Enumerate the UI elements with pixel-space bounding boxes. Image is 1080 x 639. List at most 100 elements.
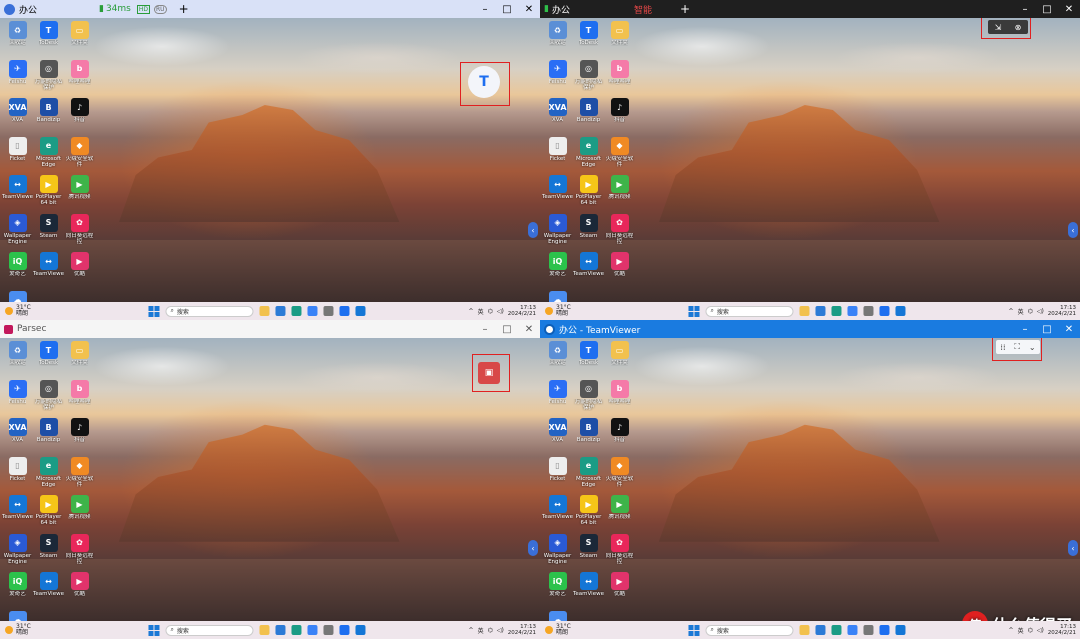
desktop-icon[interactable]: ↔ TeamViewer [33,572,64,611]
taskbar-app-icon[interactable] [323,625,334,635]
desktop-icon[interactable]: ▯ Ficket [542,456,573,496]
windows-start-icon[interactable] [148,624,160,636]
desktop-icon[interactable]: ◆ 火绒安全软件 [604,136,635,176]
taskbar-app-icon[interactable] [815,625,826,635]
desktop-icon[interactable]: ◈ Wallpaper Engine [542,533,573,573]
desktop-icon[interactable]: ✈ Feishu [2,59,33,99]
taskbar-app-icon[interactable] [799,306,810,316]
taskbar-app-icon[interactable] [815,306,826,316]
desktop-icon[interactable]: ☁百度网盘 [2,610,33,621]
desktop-icon[interactable]: ♪ 抖音 [64,98,95,137]
desktop-icon[interactable]: B Bandizip [33,418,64,457]
desktop-icon[interactable]: XVA XVA [2,98,33,137]
desktop-icon[interactable]: T ToDesk [573,21,604,60]
volume-icon[interactable]: ◁) [1037,627,1044,634]
volume-icon[interactable]: ◁) [497,627,504,634]
input-language[interactable]: 英 [478,307,484,316]
taskbar-app-icon[interactable] [275,306,286,316]
desktop-icon[interactable]: S Steam [33,213,64,253]
new-tab-button[interactable]: + [680,2,690,16]
windows-start-icon[interactable] [148,305,160,317]
desktop-icon[interactable]: ◎ 万能的隐私保护 [33,379,64,419]
maximize-button[interactable]: □ [496,4,518,15]
desktop-icon[interactable]: ♪ 抖音 [64,418,95,457]
taskbar-app-icon[interactable] [863,306,874,316]
desktop-icon[interactable]: ☁百度网盘 [542,290,573,302]
mode-tag[interactable]: 智能 [634,3,652,16]
desktop-icon[interactable]: b 哔哩哔哩 [64,59,95,99]
clock[interactable]: 17:13 2024/2/21 [1048,624,1076,637]
network-icon[interactable]: ⌬ [488,627,493,634]
clock[interactable]: 17:13 2024/2/21 [508,624,536,637]
desktop-icon[interactable]: ▶ PotPlayer 64 bit [573,175,604,214]
volume-icon[interactable]: ◁) [497,308,504,315]
desktop-icon[interactable]: T ToDesk [573,341,604,380]
desktop-icon[interactable]: T ToDesk [33,341,64,380]
tray-chevron-icon[interactable]: ^ [1009,308,1014,315]
desktop-icon[interactable]: ♻ 回收站 [2,21,33,60]
tray-chevron-icon[interactable]: ^ [1009,627,1014,634]
desktop-icon[interactable]: XVA XVA [542,418,573,457]
taskbar-app-icon[interactable] [307,625,318,635]
input-language[interactable]: 英 [1018,307,1024,316]
desktop-icon[interactable]: ✈ Feishu [2,379,33,419]
minimize-button[interactable]: – [1014,4,1036,15]
desktop-icon[interactable]: ↔ TeamViewer [573,252,604,291]
desktop-icon[interactable]: ✈ Feishu [542,379,573,419]
desktop-icon[interactable]: ▶ 腾讯视频 [604,495,635,534]
side-collapse-button[interactable]: ‹ [528,540,538,556]
search-box[interactable]: ⌕ 搜索 [705,305,794,317]
desktop-icon[interactable]: S Steam [573,213,604,253]
desktop-icon[interactable]: ▶ 优酷 [64,572,95,611]
taskbar-app-icon[interactable] [863,625,874,635]
desktop-icon[interactable]: ✿ 向日葵远程控 [604,213,635,253]
desktop-icon[interactable]: XVA XVA [2,418,33,457]
desktop-icon[interactable]: ◆ 火绒安全软件 [604,456,635,496]
taskbar-app-icon[interactable] [259,625,270,635]
taskbar-app-icon[interactable] [323,306,334,316]
desktop-icon[interactable]: ✈ Feishu [542,59,573,99]
desktop-icon[interactable]: b 哔哩哔哩 [604,379,635,419]
desktop-icon[interactable]: ↔ TeamViewer [2,495,33,534]
desktop-icon[interactable]: ◆ 火绒安全软件 [64,136,95,176]
close-button[interactable]: ✕ [1058,4,1080,15]
input-language[interactable]: 英 [1018,626,1024,635]
desktop-icon[interactable]: ◎ 万能的隐私保护 [33,59,64,99]
weather-widget[interactable]: 31°C 晴朗 [5,305,45,317]
desktop-icon[interactable]: ↔ TeamViewer [33,252,64,291]
desktop-icon[interactable]: ♪ 抖音 [604,98,635,137]
clock[interactable]: 17:13 2024/2/21 [1048,305,1076,318]
desktop-icon[interactable]: ▶ 优酷 [604,252,635,291]
side-collapse-button[interactable]: ‹ [528,222,538,238]
desktop-icon[interactable]: ▶ PotPlayer 64 bit [33,175,64,214]
desktop-icon[interactable]: ◎ 万能的隐私保护 [573,379,604,419]
desktop-icon[interactable]: iQ 爱奇艺 [2,252,33,291]
taskbar-app-icon[interactable] [847,625,858,635]
volume-icon[interactable]: ◁) [1037,308,1044,315]
taskbar-app-icon[interactable] [275,625,286,635]
desktop-icon[interactable]: ♻ 回收站 [542,21,573,60]
mode-badge[interactable]: RU [154,4,167,14]
desktop-icon[interactable]: ♪ 抖音 [604,418,635,457]
desktop-icon[interactable]: ☁百度网盘 [542,610,573,621]
clock[interactable]: 17:13 2024/2/21 [508,305,536,318]
taskbar-app-icon[interactable] [355,306,366,316]
taskbar-app-icon[interactable] [259,306,270,316]
windows-start-icon[interactable] [688,305,700,317]
desktop-icon[interactable]: ☁百度网盘 [2,290,33,302]
minimize-button[interactable]: – [474,4,496,15]
desktop-icon[interactable]: ◆ 火绒安全软件 [64,456,95,496]
taskbar-app-icon[interactable] [355,625,366,635]
desktop-icon[interactable]: ◈ Wallpaper Engine [2,533,33,573]
taskbar-app-icon[interactable] [291,625,302,635]
close-button[interactable]: ✕ [1058,324,1080,335]
desktop-icon[interactable]: ▯ Ficket [2,456,33,496]
taskbar-app-icon[interactable] [799,625,810,635]
desktop-icon[interactable]: ◎ 万能的隐私保护 [573,59,604,99]
desktop-icon[interactable]: ▶ 腾讯视频 [64,495,95,534]
desktop-icon[interactable]: S Steam [33,533,64,573]
desktop-icon[interactable]: B Bandizip [573,418,604,457]
desktop-icon[interactable]: XVA XVA [542,98,573,137]
desktop-icon[interactable]: T ToDesk [33,21,64,60]
minimize-button[interactable]: – [1014,324,1036,335]
